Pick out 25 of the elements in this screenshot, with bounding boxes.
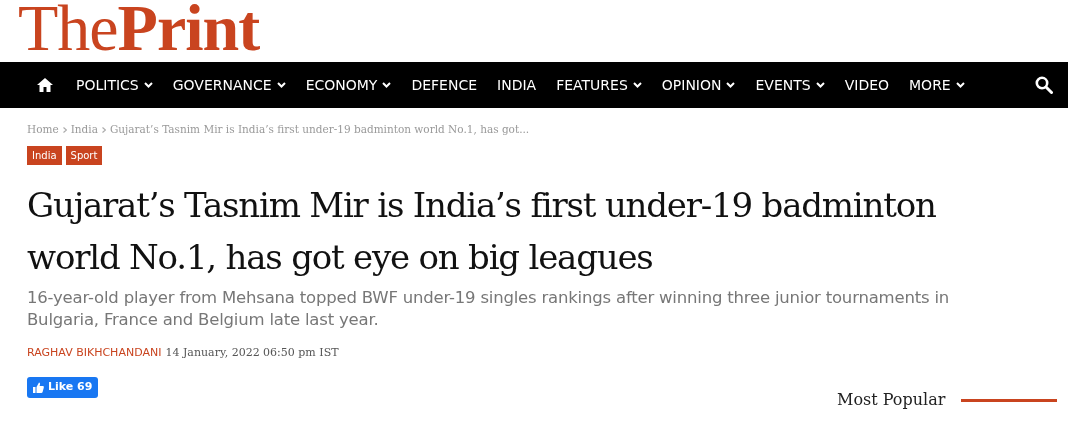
nav-link[interactable]: FEATURES [546, 74, 652, 96]
publish-date: 14 January, 2022 06:50 pm IST [165, 344, 339, 361]
nav-link[interactable]: DEFENCE [401, 74, 488, 96]
home-icon[interactable] [36, 77, 54, 93]
thumbs-up-icon [33, 382, 44, 393]
category-tag[interactable]: Sport [65, 145, 103, 165]
nav-link[interactable]: MORE [899, 74, 975, 96]
nav-link[interactable]: ECONOMY [295, 74, 402, 96]
breadcrumb-current: Gujarat’s Tasnim Mir is India’s first under-19 badminton world No.1, has got... [109, 122, 530, 137]
section-heading: Most Popular [837, 389, 946, 411]
chevron-right-icon [101, 126, 106, 133]
search-icon[interactable] [1035, 76, 1053, 94]
nav-link[interactable]: OPINION [651, 74, 746, 96]
article-subtitle: 16-year-old player from Mehsana topped BWF under-19 singles rankings after winning three junior tournaments in Bulgaria, France and Belgium late last year. [27, 286, 951, 331]
site-logo[interactable]: ThePrint [18, 0, 260, 62]
nav-link[interactable]: EVENTS [745, 74, 835, 96]
chevron-right-icon [62, 126, 67, 133]
nav-link[interactable]: INDIA [487, 74, 547, 96]
article-title: Gujarat’s Tasnim Mir is India’s first under-19 badminton world No.1, has got eye on big leagues [27, 183, 937, 279]
nav-link[interactable]: VIDEO [834, 74, 900, 96]
author-link[interactable]: RAGHAV BIKHCHANDANI [27, 344, 162, 362]
nav-link[interactable]: GOVERNANCE [162, 74, 296, 96]
nav-link[interactable]: POLITICS [66, 74, 163, 96]
like-button[interactable]: Like 69 [27, 377, 99, 398]
category-tag[interactable]: India [27, 145, 62, 165]
